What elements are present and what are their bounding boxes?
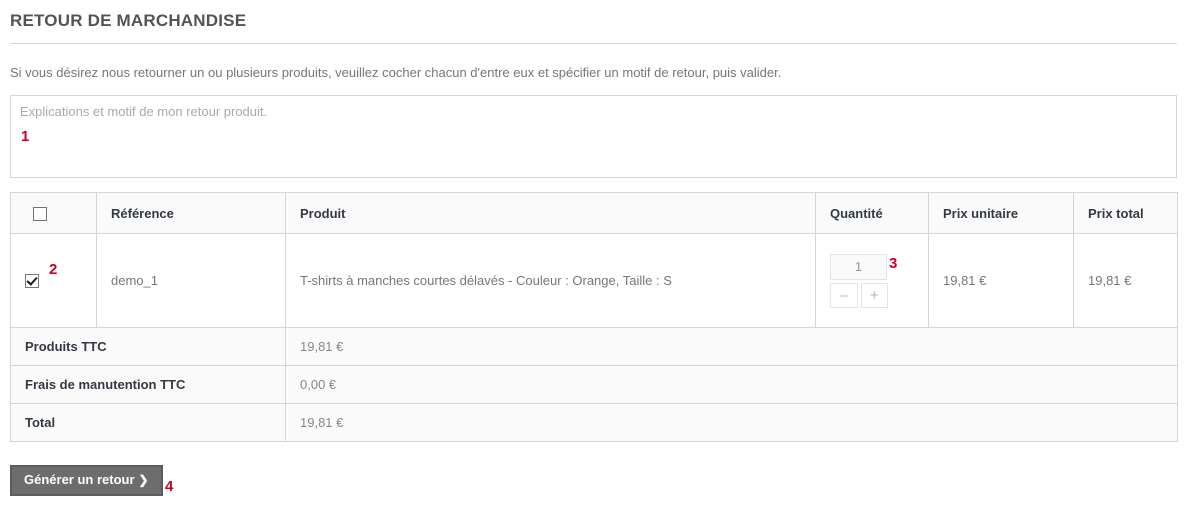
header-quantity: Quantité: [815, 192, 929, 234]
summary-value-total: 19,81 €: [285, 403, 1178, 442]
header-product: Produit: [285, 192, 816, 234]
header-total-price: Prix total: [1073, 192, 1178, 234]
header-unit-price: Prix unitaire: [928, 192, 1074, 234]
summary-value-products: 19,81 €: [285, 327, 1178, 366]
summary-label-products: Produits TTC: [10, 327, 286, 366]
summary-row-total: Total 19,81 €: [10, 403, 1178, 442]
quantity-increase-button[interactable]: +: [860, 282, 888, 308]
quantity-buttons: – +: [830, 282, 888, 308]
row-checkbox[interactable]: [25, 274, 39, 289]
select-all-checkbox[interactable]: [33, 206, 47, 221]
summary-row-products: Produits TTC 19,81 €: [10, 327, 1178, 366]
table-summary: Produits TTC 19,81 € Frais de manutentio…: [10, 327, 1178, 442]
summary-value-handling: 0,00 €: [285, 365, 1178, 404]
summary-label-handling: Frais de manutention TTC: [10, 365, 286, 404]
header-reference: Référence: [96, 192, 286, 234]
page-title: RETOUR DE MARCHANDISE: [10, 11, 247, 30]
return-reason-wrapper: [10, 95, 1177, 178]
generate-return-button[interactable]: Générer un retour ❯: [10, 465, 163, 496]
quantity-decrease-button[interactable]: –: [830, 282, 858, 308]
quantity-stepper: – +: [830, 253, 888, 308]
header-select-all[interactable]: [10, 192, 97, 234]
row-quantity-cell: – +: [815, 233, 929, 328]
chevron-right-icon: ❯: [138, 473, 149, 487]
quantity-input[interactable]: [830, 253, 887, 280]
row-select-cell[interactable]: [10, 233, 97, 328]
submit-row: Générer un retour ❯: [10, 465, 1177, 496]
row-total-price: 19,81 €: [1073, 233, 1178, 328]
return-products-table: Référence Produit Quantité Prix unitaire…: [10, 192, 1178, 442]
summary-row-handling: Frais de manutention TTC 0,00 €: [10, 365, 1178, 404]
intro-instructions: Si vous désirez nous retourner un ou plu…: [10, 65, 782, 80]
table-header-row: Référence Produit Quantité Prix unitaire…: [10, 192, 1178, 234]
summary-label-total: Total: [10, 403, 286, 442]
row-reference: demo_1: [96, 233, 286, 328]
row-unit-price: 19,81 €: [928, 233, 1074, 328]
row-product-name: T-shirts à manches courtes délavés - Cou…: [285, 233, 816, 328]
table-body: demo_1 T-shirts à manches courtes délavé…: [10, 233, 1178, 328]
table-head: Référence Produit Quantité Prix unitaire…: [10, 192, 1178, 234]
table-row: demo_1 T-shirts à manches courtes délavé…: [10, 233, 1178, 328]
return-reason-textarea[interactable]: [10, 95, 1177, 178]
return-merchandise-page: RETOUR DE MARCHANDISE Si vous désirez no…: [0, 0, 1187, 496]
generate-return-label: Générer un retour: [24, 472, 135, 487]
